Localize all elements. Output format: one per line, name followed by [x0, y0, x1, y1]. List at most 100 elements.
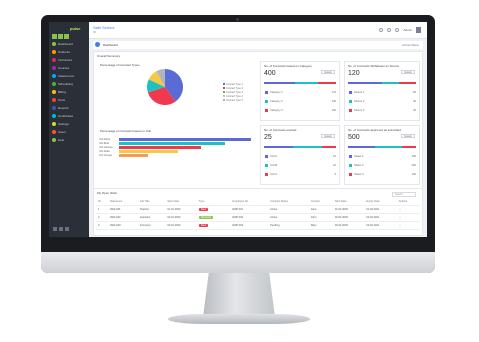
- classrooms-icon: [52, 73, 56, 78]
- sidebar-item-settings[interactable]: Settings: [52, 120, 88, 127]
- cell-text: REF-001: [110, 207, 121, 211]
- details-button[interactable]: Details: [401, 134, 415, 138]
- sidebar-item-certificates[interactable]: Certificates: [52, 112, 88, 119]
- sidebar-item-label: Classrooms: [58, 73, 74, 78]
- cell-text: 01.02.2021: [366, 207, 380, 211]
- table-cell: Active: [268, 213, 309, 222]
- stat-swatch: [265, 163, 268, 167]
- search-icon[interactable]: [379, 28, 384, 32]
- stat-row-value: 60: [413, 90, 416, 94]
- cell-text: EMP 003: [232, 223, 244, 227]
- help-icon[interactable]: [59, 227, 63, 231]
- table-cell: Teacher: [137, 205, 166, 214]
- reports-icon: [52, 105, 56, 110]
- table-cell[interactable]: ⋮: [396, 221, 420, 230]
- details-button[interactable]: Details: [401, 70, 415, 74]
- cell-text: 02.01.2020: [167, 215, 181, 219]
- avatar[interactable]: [416, 27, 421, 33]
- stat-row-label: Unit C: [270, 172, 278, 176]
- legend-label: Contract Type 3: [226, 90, 243, 94]
- cell-text: 1: [98, 207, 100, 211]
- bar-1[interactable]: [119, 138, 251, 141]
- user-name[interactable]: Admin: [403, 28, 412, 32]
- page-title: Dashboard: [103, 43, 118, 47]
- stat-row-value: 130: [331, 99, 336, 103]
- sidebar-item-dashboard[interactable]: Dashboard: [52, 40, 88, 47]
- stat-bar-segment-2: [382, 82, 399, 84]
- stat-card-expired: No. of Contracts expired Details 25 Unit A 1…: [260, 125, 340, 185]
- certificates-icon: [52, 113, 56, 118]
- stat-row-label: Category 2: [270, 99, 283, 103]
- table-cell: 02.02.2020: [332, 213, 365, 222]
- row-actions-button[interactable]: ⋮: [399, 208, 402, 211]
- row-actions-button[interactable]: ⋮: [399, 224, 402, 227]
- stat-swatch: [265, 99, 268, 103]
- help-icon[interactable]: [395, 28, 400, 32]
- bar-2[interactable]: [119, 142, 225, 145]
- settings-icon[interactable]: [53, 227, 57, 231]
- table-cell: 03.02.2021: [364, 221, 397, 230]
- table-cell: REF-002: [108, 213, 138, 222]
- sidebar-item-reports[interactable]: Reports: [52, 104, 88, 111]
- table-title: My Open Work: [97, 191, 117, 195]
- bar-4[interactable]: [119, 150, 179, 153]
- sidebar-item-label: Help: [58, 137, 65, 142]
- logout-icon[interactable]: [65, 227, 69, 231]
- details-button[interactable]: Details: [321, 134, 335, 138]
- stat-swatch: [349, 172, 352, 176]
- stat-bar-segment-1: [348, 146, 376, 148]
- stat-swatch: [265, 108, 268, 112]
- table-search-input[interactable]: Search: [392, 192, 416, 197]
- stat-title: No. of Contracts Withdrawn on Source: [348, 64, 400, 68]
- table-cell[interactable]: ⋮: [396, 213, 420, 222]
- sidebar-item-scheduling[interactable]: Scheduling: [52, 80, 88, 87]
- admin-menu-link[interactable]: Admin Menu: [402, 43, 419, 47]
- stat-swatch: [265, 90, 268, 94]
- sidebar-item-label: Instructors: [58, 57, 73, 62]
- bar-3[interactable]: [119, 146, 201, 149]
- table-cell[interactable]: ⋮: [396, 205, 420, 214]
- stat-row: Category 1 170: [265, 90, 336, 94]
- school-name[interactable]: Sabi School: [93, 25, 114, 30]
- sidebar-item-instructors[interactable]: Instructors: [52, 56, 88, 63]
- cell-text: 01.01.2020: [167, 207, 181, 211]
- stat-row-value: 30: [413, 108, 416, 112]
- table-row[interactable]: 1 REF-001 Teacher 01.01.2020 New EMP 001 Activ…: [96, 205, 420, 214]
- sidebar-item-users[interactable]: Users: [52, 128, 88, 135]
- stat-row: Unit B 10: [265, 163, 336, 167]
- stat-bar-segment-3: [402, 146, 416, 148]
- table-cell: Pending: [268, 221, 309, 230]
- stat-row: Source 1 60: [349, 90, 416, 94]
- stat-row: Source 2 30: [349, 99, 416, 103]
- monitor-chin: [41, 252, 435, 273]
- cell-text: Active: [270, 215, 278, 219]
- settings-icon: [52, 121, 56, 126]
- pie-card: Percentage of Contract Types Contract Ty…: [97, 61, 257, 127]
- sidebar-item-billing[interactable]: Billing: [52, 88, 88, 95]
- stat-bar-segment-2: [294, 82, 318, 84]
- table-row[interactable]: 3 REF-003 Instructor 03.01.2020 New EMP 003 Pe…: [96, 221, 420, 230]
- stat-bar-segment-1: [264, 82, 295, 84]
- summary-title: Overall Summary: [97, 54, 121, 58]
- sidebar-item-students[interactable]: Students: [52, 48, 88, 55]
- stat-row-value: 5: [334, 172, 336, 176]
- stat-row-value: 200: [411, 154, 416, 158]
- stat-bar-segment-3: [321, 146, 336, 148]
- row-actions-button[interactable]: ⋮: [399, 216, 402, 219]
- stat-value: 120: [348, 70, 360, 77]
- sidebar-item-tests[interactable]: Tests: [52, 96, 88, 103]
- table-cell: Mary: [308, 221, 333, 230]
- sidebar-item-label: Users: [58, 129, 66, 134]
- app-logo[interactable]: pulse: [52, 26, 86, 39]
- details-button[interactable]: Details: [321, 70, 335, 74]
- sidebar-item-help[interactable]: Help: [52, 136, 88, 143]
- sidebar-item-classrooms[interactable]: Classrooms: [52, 72, 88, 79]
- sidebar-item-courses[interactable]: Courses: [52, 64, 88, 71]
- bar-5[interactable]: [119, 154, 149, 157]
- table-row[interactable]: 2 REF-002 Assistant 02.01.2020 Renewal EMP 00…: [96, 213, 420, 222]
- sidebar-item-label: Tests: [58, 97, 66, 102]
- table-cell: 1: [96, 205, 109, 214]
- notification-icon[interactable]: [387, 28, 392, 32]
- stat-swatch: [265, 154, 268, 158]
- stat-title: No. of Contracts expired: [264, 128, 297, 132]
